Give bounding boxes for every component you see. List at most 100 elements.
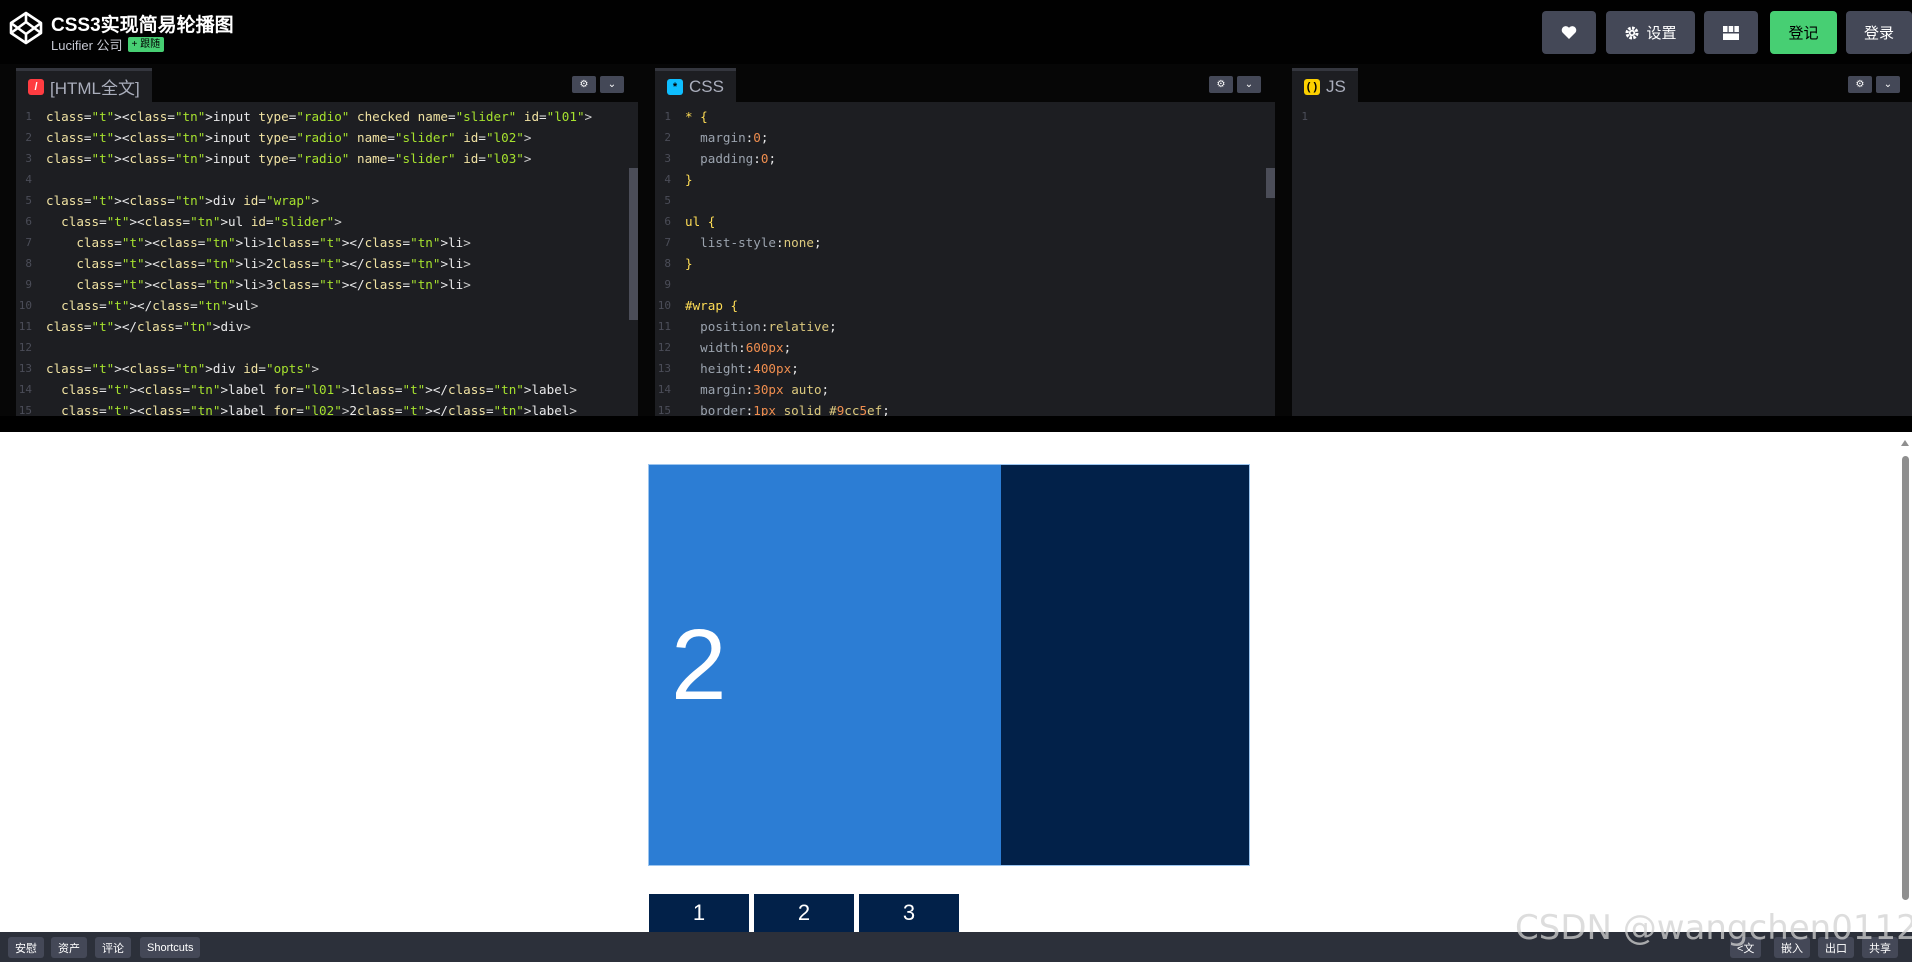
css-tab-label: CSS [689, 76, 724, 96]
code-line[interactable]: 6 ul { [655, 211, 1275, 232]
code-line[interactable]: 5 [655, 190, 1275, 211]
code-line[interactable]: 9 [655, 274, 1275, 295]
pen-title[interactable]: CSS3实现简易轮播图 [51, 10, 234, 37]
code-line[interactable]: 10 class="t"></class="tn">ul> [16, 295, 638, 316]
code-line[interactable]: 11 class="t"></class="tn">div> [16, 316, 638, 337]
css-chevron-down-icon[interactable]: ⌄ [1237, 76, 1261, 93]
code-line[interactable]: 12 [16, 337, 638, 358]
code-line[interactable]: 10 #wrap { [655, 295, 1275, 316]
line-number: 11 [18, 320, 32, 333]
html-scrollbar[interactable] [629, 168, 638, 320]
code-line[interactable]: 12 width:600px; [655, 337, 1275, 358]
code-line[interactable]: 15 class="t"><class="tn">label for="l02"… [16, 400, 638, 416]
line-number: 11 [657, 320, 671, 333]
slider-option-3[interactable]: 3 [859, 894, 959, 932]
js-chevron-down-icon[interactable]: ⌄ [1876, 76, 1900, 93]
html-tab[interactable]: / [HTML全文] [16, 68, 152, 102]
export-button[interactable]: 出口 [1818, 937, 1854, 958]
code-text: ul { [685, 214, 716, 229]
js-code[interactable]: 1 [1292, 106, 1912, 416]
assets-button[interactable]: 资产 [51, 937, 87, 958]
html-chevron-down-icon[interactable]: ⌄ [600, 76, 624, 93]
code-line[interactable]: 1 [1292, 106, 1912, 127]
js-editor[interactable]: ( ) JS ⚙ ⌄ 1 [1292, 64, 1912, 416]
share-button[interactable]: 共享 [1862, 937, 1898, 958]
slider-option-1[interactable]: 1 [649, 894, 749, 932]
js-tab[interactable]: ( ) JS [1292, 68, 1358, 102]
fork-button[interactable]: <文 [1730, 937, 1762, 958]
html-code[interactable]: 1 class="t"><class="tn">input type="radio… [16, 106, 638, 416]
code-line[interactable]: 4 [16, 169, 638, 190]
code-line[interactable]: 13 class="t"><class="tn">div id="opts"> [16, 358, 638, 379]
css-tab[interactable]: * CSS [655, 68, 736, 102]
owner-name[interactable]: Lucifier 公司 [51, 35, 123, 54]
slider-option-2[interactable]: 2 [754, 894, 854, 932]
line-number: 12 [18, 341, 32, 354]
line-number: 14 [18, 383, 32, 396]
code-line[interactable]: 4} [655, 169, 1275, 190]
codepen-logo-icon[interactable] [8, 10, 44, 46]
code-line[interactable]: 5 class="t"><class="tn">div id="wrap"> [16, 190, 638, 211]
login-button[interactable]: 登录 [1846, 11, 1912, 54]
heart-icon [1561, 26, 1577, 39]
code-line[interactable]: 1 * { [655, 106, 1275, 127]
html-settings-icon[interactable]: ⚙ [572, 76, 596, 93]
code-line[interactable]: 8 class="t"><class="tn">li>2class="t"></… [16, 253, 638, 274]
code-text: class="t"><class="tn">li>3class="t"></cl… [76, 277, 471, 292]
html-editor[interactable]: / [HTML全文] ⚙ ⌄ 1 class="t"><class="tn">in… [16, 64, 638, 416]
code-line[interactable]: 14 margin:30px auto; [655, 379, 1275, 400]
line-number: 14 [657, 383, 671, 396]
scroll-up-icon[interactable] [1901, 440, 1909, 446]
code-line[interactable]: 8} [655, 253, 1275, 274]
js-editor-bar: ( ) JS ⚙ ⌄ [1292, 64, 1912, 102]
line-number: 8 [664, 257, 671, 270]
settings-button[interactable]: 设置 [1606, 11, 1695, 54]
line-number: 6 [25, 215, 32, 228]
code-line[interactable]: 1 class="t"><class="tn">input type="radio… [16, 106, 638, 127]
code-text: margin:30px auto; [700, 382, 830, 397]
code-line[interactable]: 13 height:400px; [655, 358, 1275, 379]
css-editor-bar: * CSS ⚙ ⌄ [655, 64, 1275, 102]
code-line[interactable]: 9 class="t"><class="tn">li>3class="t"></… [16, 274, 638, 295]
line-number: 7 [664, 236, 671, 249]
css-editor[interactable]: * CSS ⚙ ⌄ 1 * {2 margin:0; 3 padding:0; 4} 5… [655, 64, 1275, 416]
code-line[interactable]: 3 class="t"><class="tn">input type="radio… [16, 148, 638, 169]
code-line[interactable]: 14 class="t"><class="tn">label for="l01"… [16, 379, 638, 400]
console-button[interactable]: 安慰 [8, 937, 44, 958]
shortcuts-button[interactable]: Shortcuts [140, 937, 201, 958]
code-line[interactable]: 2 class="t"><class="tn">input type="radio… [16, 127, 638, 148]
code-line[interactable]: 2 margin:0; [655, 127, 1275, 148]
css-code[interactable]: 1 * {2 margin:0; 3 padding:0; 4} 5 6 ul {7 lis… [655, 106, 1275, 416]
code-line[interactable]: 7 list-style:none; [655, 232, 1275, 253]
preview-scrollbar[interactable] [1898, 432, 1912, 932]
line-number: 4 [664, 173, 671, 186]
result-preview: 2 1 2 3 [0, 432, 1912, 932]
signup-button[interactable]: 登记 [1770, 11, 1837, 54]
comments-button[interactable]: 评论 [95, 937, 131, 958]
slide-number: 2 [671, 608, 727, 721]
change-view-button[interactable] [1704, 11, 1758, 54]
like-button[interactable] [1542, 11, 1596, 54]
css-settings-icon[interactable]: ⚙ [1209, 76, 1233, 93]
code-text: class="t"><class="tn">input type="radio"… [46, 151, 532, 166]
css-scrollbar[interactable] [1266, 168, 1275, 198]
js-settings-icon[interactable]: ⚙ [1848, 76, 1872, 93]
line-number: 13 [18, 362, 32, 375]
html-editor-bar: / [HTML全文] ⚙ ⌄ [16, 64, 638, 102]
code-line[interactable]: 3 padding:0; [655, 148, 1275, 169]
code-line[interactable]: 15 border:1px solid #9cc5ef; [655, 400, 1275, 416]
code-line[interactable]: 6 class="t"><class="tn">ul id="slider"> [16, 211, 638, 232]
preview-scroll-thumb[interactable] [1902, 456, 1909, 900]
line-number: 9 [664, 278, 671, 291]
line-number: 9 [25, 278, 32, 291]
code-line[interactable]: 7 class="t"><class="tn">li>1class="t"></… [16, 232, 638, 253]
code-text: class="t"><class="tn">input type="radio"… [46, 109, 593, 124]
line-number: 7 [25, 236, 32, 249]
embed-button[interactable]: 嵌入 [1774, 937, 1810, 958]
code-line[interactable]: 11 position:relative; [655, 316, 1275, 337]
line-number: 10 [18, 299, 32, 312]
code-text: class="t"><class="tn">ul id="slider"> [61, 214, 342, 229]
follow-button[interactable]: + 跟随 [127, 37, 165, 52]
code-text: margin:0; [700, 130, 769, 145]
code-text: class="t"></class="tn">ul> [61, 298, 259, 313]
